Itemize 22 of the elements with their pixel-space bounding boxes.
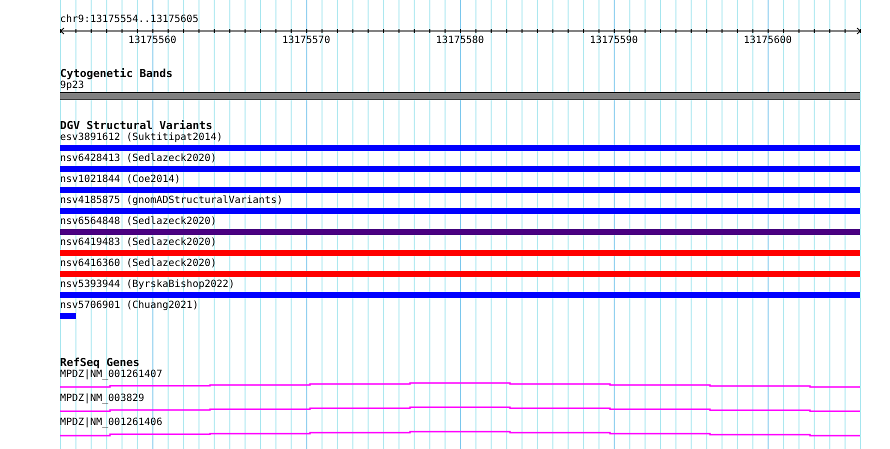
transcript-label: MPDZ|NM_001261407 bbox=[60, 369, 162, 381]
tick-label: 13175580 bbox=[436, 35, 484, 46]
track-title: RefSeq Genes bbox=[60, 357, 140, 369]
location-label: chr9:13175554..13175605 bbox=[60, 14, 198, 26]
variant-label: nsv6416360 (Sedlazeck2020) bbox=[60, 258, 217, 270]
variant-label: nsv6428413 (Sedlazeck2020) bbox=[60, 153, 217, 165]
band-label: 9p23 bbox=[60, 80, 84, 92]
variant-label: nsv6419483 (Sedlazeck2020) bbox=[60, 237, 217, 249]
variant-label: nsv1021844 (Coe2014) bbox=[60, 174, 180, 186]
tick-label: 13175560 bbox=[128, 35, 176, 46]
variant-label: nsv5393944 (ByrskaBishop2022) bbox=[60, 279, 235, 291]
track-title: Cytogenetic Bands bbox=[60, 68, 173, 80]
tick-label: 13175570 bbox=[282, 35, 330, 46]
tick-label: 13175600 bbox=[744, 35, 792, 46]
variant-label: nsv5706901 (Chuang2021) bbox=[60, 300, 198, 312]
track-title: DGV Structural Variants bbox=[60, 120, 212, 132]
tick-label: 13175590 bbox=[590, 35, 638, 46]
variant-label: esv3891612 (Suktitipat2014) bbox=[60, 132, 223, 144]
transcript-label: MPDZ|NM_001261406 bbox=[60, 417, 162, 429]
variant-label: nsv4185875 (gnomADStructuralVariants) bbox=[60, 195, 283, 207]
variant-label: nsv6564848 (Sedlazeck2020) bbox=[60, 216, 217, 228]
transcript-label: MPDZ|NM_003829 bbox=[60, 393, 144, 405]
